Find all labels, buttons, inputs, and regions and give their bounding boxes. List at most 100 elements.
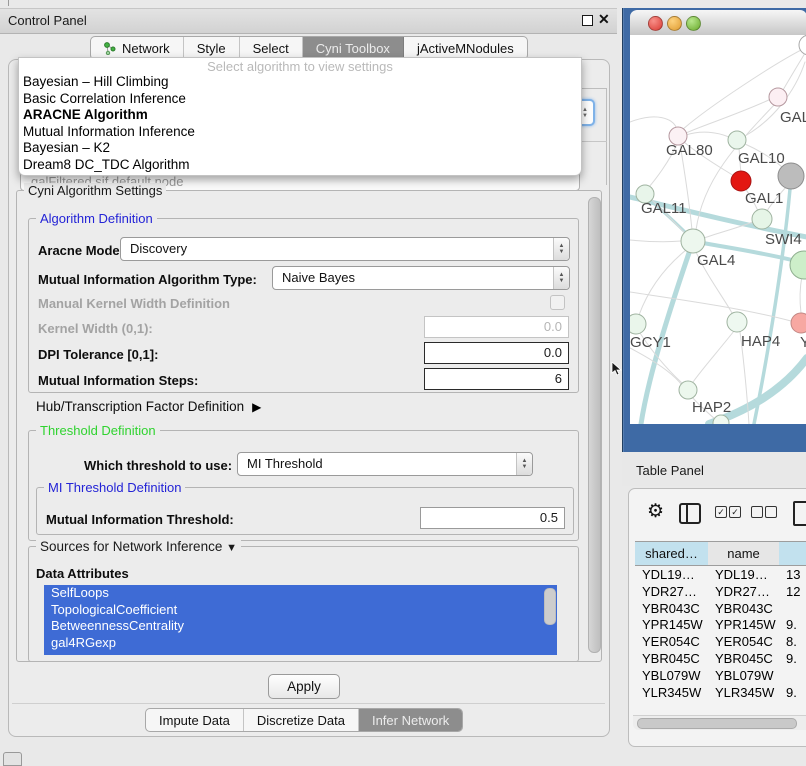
mi-algorithm-type-combobox[interactable]: Naive Bayes ▲▼ [272,266,570,290]
table-row[interactable]: YBL079WYBL079W [635,667,806,684]
table-cell: YBL079W [642,668,701,683]
tab-style[interactable]: Style [184,37,240,59]
data-attributes-list: SelfLoopsTopologicalCoefficientBetweenne… [44,585,557,655]
table-cell: YER054C [715,634,773,649]
which-threshold-label: Which threshold to use: [84,458,232,473]
network-canvas[interactable]: GALGAL80GAL10GAL1GAL11SWI4GAL4GCY1HAP4YH… [630,35,806,424]
float-window-icon[interactable] [582,15,593,26]
new-table-icon[interactable] [793,501,806,526]
manual-kernel-width-checkbox [550,295,565,310]
dropdown-item-mutual-information-inference[interactable]: Mutual Information Inference [19,124,581,141]
close-traffic-light[interactable] [648,16,663,31]
attribute-item-betweennesscentrality[interactable]: BetweennessCentrality [44,618,557,635]
dropdown-item-basic-correlation-inference[interactable]: Basic Correlation Inference [19,91,581,108]
kernel-width-field: 0.0 [424,316,569,338]
table-row[interactable]: YPR145WYPR145W9. [635,616,806,633]
data-attributes-label: Data Attributes [36,566,129,581]
node-label-hap2: HAP2 [692,399,731,416]
dropdown-item-bayesian-k2[interactable]: Bayesian – K2 [19,140,581,157]
network-node[interactable] [752,209,772,229]
which-threshold-combobox[interactable]: MI Threshold ▲▼ [237,452,533,476]
table-row[interactable]: YBR043CYBR043C [635,600,806,617]
dpi-tolerance-field[interactable]: 0.0 [424,342,569,364]
table-row[interactable]: YIL052CYIL052C9. [635,700,806,704]
deselect-all-icon[interactable] [751,506,763,518]
tab-select[interactable]: Select [240,37,303,59]
dropdown-item-bayesian-hill-climbing[interactable]: Bayesian – Hill Climbing [19,74,581,91]
tab-discretize-data[interactable]: Discretize Data [244,709,359,731]
table-row[interactable]: YLR345WYLR345W9. [635,684,806,701]
network-node[interactable] [679,381,697,399]
node-label-gal1: GAL1 [745,190,783,207]
table-cell: YDR27… [642,584,697,599]
node-label-gal: GAL [780,109,806,126]
node-label-gal10: GAL10 [738,150,785,167]
apply-button[interactable]: Apply [268,674,340,699]
network-icon [104,42,116,55]
minimized-panel-icon[interactable] [3,752,22,766]
network-node[interactable] [731,171,751,191]
table-cell: YBR043C [715,601,773,616]
dpi-tolerance-label: DPI Tolerance [0,1]: [38,347,158,362]
network-node[interactable] [727,312,747,332]
hidden-group-border [606,88,607,185]
node-label-gal11: GAL11 [641,200,687,217]
network-node[interactable] [790,251,806,279]
network-node[interactable] [791,313,806,333]
column-header-shared[interactable]: shared… [635,542,709,566]
table-row[interactable]: YBR045CYBR045C9. [635,650,806,667]
list-scrollbar-thumb[interactable] [544,588,556,625]
deselect-all-icon[interactable] [765,506,777,518]
dropdown-item-dream8-dc-tdc-algorithm[interactable]: Dream8 DC_TDC Algorithm [19,157,581,174]
gear-icon[interactable]: ⚙ [647,500,664,523]
dropdown-item-aracne-algorithm[interactable]: ARACNE Algorithm [19,107,581,124]
node-label-gal80: GAL80 [666,142,713,159]
tab-jactivemnodules[interactable]: jActiveMNodules [404,37,527,59]
network-node[interactable] [728,131,746,149]
table-hscrollbar-thumb[interactable] [637,718,797,729]
zoom-traffic-light[interactable] [686,16,701,31]
attribute-item-gal4rgexp[interactable]: gal4RGexp [44,635,557,652]
show-columns-icon[interactable] [679,503,701,524]
network-node[interactable] [681,229,705,253]
table-cell: 13 [786,567,800,582]
table-panel-titlebar: Table Panel [622,452,806,486]
column-header-name[interactable]: name [708,542,780,566]
mi-threshold-field[interactable]: 0.5 [420,507,565,529]
sources-title[interactable]: Sources for Network Inference ▼ [36,539,241,554]
network-node[interactable] [630,314,646,334]
network-edge [800,276,802,313]
hidden-group-border [580,88,607,89]
tab-infer-network[interactable]: Infer Network [359,709,462,731]
tab-impute-data[interactable]: Impute Data [146,709,244,731]
select-all-icon[interactable]: ✓ [729,506,741,518]
attribute-item-topologicalcoefficient[interactable]: TopologicalCoefficient [44,602,557,619]
tab-network[interactable]: Network [91,37,184,59]
network-node[interactable] [769,88,787,106]
mi-steps-field[interactable]: 6 [424,368,569,390]
tab-cyni-toolbox[interactable]: Cyni Toolbox [303,37,404,59]
aracne-mode-combobox[interactable]: Discovery ▲▼ [120,237,570,261]
mi-algorithm-type-label: Mutual Information Algorithm Type: [38,272,257,287]
tab-label: Network [122,41,170,56]
network-window-titlebar[interactable] [630,10,806,36]
network-edge [693,331,734,382]
network-node[interactable] [799,35,806,55]
table-cell: YIL052C [715,701,766,704]
minimize-traffic-light[interactable] [667,16,682,31]
close-icon[interactable]: ✕ [598,11,610,28]
dropdown-placeholder: Select algorithm to view settings [19,59,581,74]
table-row[interactable]: YDR27…YDR27…12 [635,583,806,600]
hub-section-toggle[interactable]: Hub/Transcription Factor Definition▶ [36,399,261,414]
attribute-item-selfloops[interactable]: SelfLoops [44,585,557,602]
mi-threshold-title: MI Threshold Definition [44,480,185,495]
select-all-icon[interactable]: ✓ [715,506,727,518]
tab-label: jActiveMNodules [417,41,514,56]
table-hscrollbar-track[interactable] [633,715,806,730]
table-row[interactable]: YER054CYER054C8. [635,633,806,650]
table-row[interactable]: YDL19…YDL19…13 [635,566,806,583]
mouse-cursor [611,362,623,376]
column-header-clipped[interactable] [779,542,806,566]
settings-scrollbar-thumb[interactable] [588,197,601,653]
panel-divider-tick [8,0,9,6]
